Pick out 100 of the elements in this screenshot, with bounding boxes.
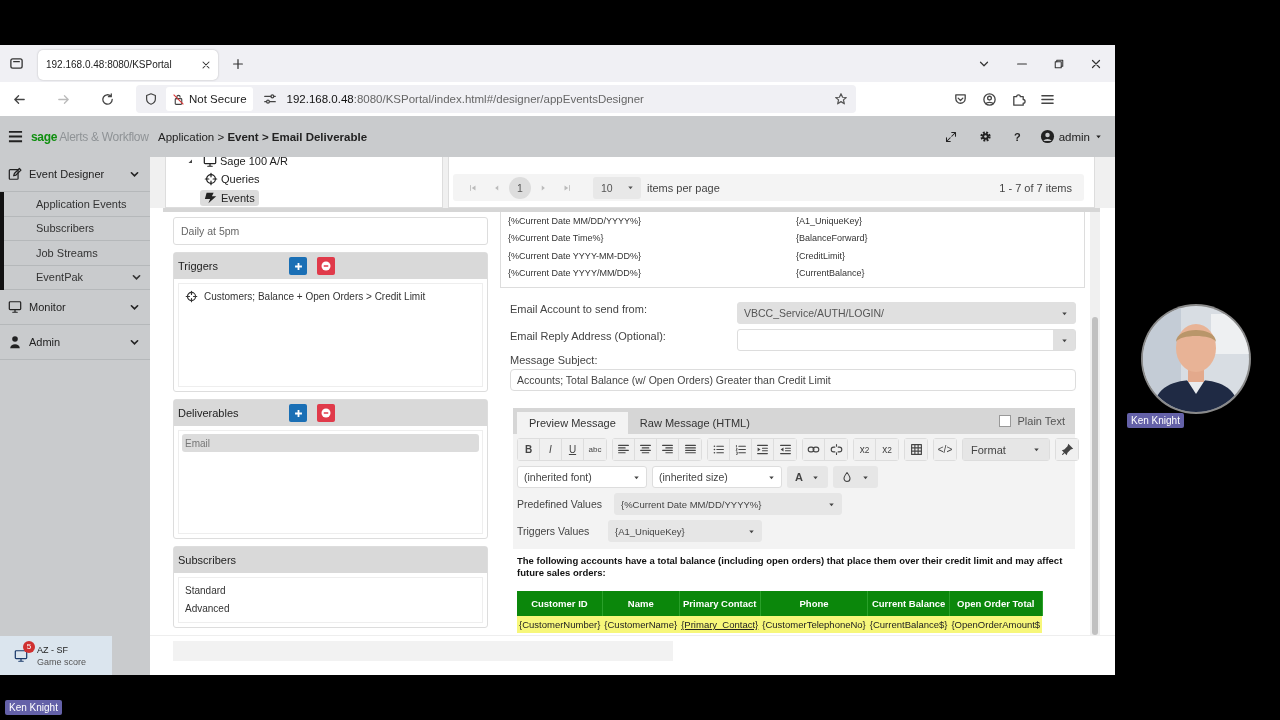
star-icon[interactable] [834, 92, 848, 106]
user-menu[interactable]: admin [1039, 129, 1103, 144]
tree-item[interactable]: Queries [200, 171, 264, 188]
column-header: Phone [760, 591, 868, 616]
expand-icon[interactable] [944, 130, 957, 143]
toolbar-button[interactable] [1056, 439, 1078, 460]
page-size-select[interactable]: 10 [593, 176, 641, 199]
subscriber-item[interactable]: Advanced [182, 599, 479, 617]
list-item[interactable]: {%Current Date Time%} [508, 229, 796, 247]
scrollbar[interactable] [1090, 212, 1100, 635]
reload-icon[interactable] [100, 91, 115, 107]
toolbar-button[interactable] [905, 439, 927, 460]
tree-item[interactable]: Sage 100 A/R [199, 157, 292, 169]
panel-title: Subscribers [178, 554, 238, 566]
participant-name: Ken Knight [1127, 413, 1184, 428]
table-cell: {CustomerNumber} [517, 616, 603, 633]
text-color-button[interactable]: A [787, 466, 828, 488]
font-select[interactable]: (inherited font) [517, 466, 647, 488]
shield-icon[interactable] [144, 92, 158, 106]
tree-item[interactable]: Events [200, 189, 259, 206]
security-chip[interactable]: Not Secure [166, 87, 253, 111]
tab-list-icon[interactable] [9, 56, 24, 71]
field-label: Triggers Values [517, 525, 591, 537]
submenu-item[interactable]: EventPak [4, 265, 150, 290]
caret-icon [1094, 132, 1103, 141]
remove-button[interactable] [317, 257, 335, 275]
column-header: Customer ID [517, 591, 603, 616]
help-button[interactable]: ? [1013, 130, 1021, 143]
droplet-icon [840, 471, 853, 483]
sidebar-item[interactable]: Admin [0, 325, 150, 360]
list-item[interactable]: {%Current Date MM/DD/YYYY%} [508, 212, 796, 230]
table-cell: {CurrentBalance$} [867, 616, 950, 633]
list-item[interactable]: {%Current Date YYYY-MM-DD%} [508, 247, 796, 265]
unlink-icon [829, 443, 843, 456]
permissions-icon[interactable] [262, 92, 277, 106]
trigger-item[interactable]: Customers; Balance + Open Orders > Credit Limit [182, 287, 479, 305]
submenu-item[interactable]: Job Streams [4, 241, 150, 266]
indent-icon [756, 443, 769, 456]
notification-badge: 5 [23, 640, 35, 653]
page-number[interactable]: 1 [509, 176, 531, 199]
list-item[interactable]: {CurrentBalance} [796, 264, 1084, 282]
size-select[interactable]: (inherited size) [652, 466, 782, 488]
subscriber-item[interactable]: Standard [182, 581, 479, 599]
monitor-icon [8, 300, 22, 314]
column-header: Name [602, 591, 680, 616]
checkbox[interactable] [998, 415, 1011, 427]
toolbar-button[interactable] [708, 439, 730, 460]
background-color-button[interactable] [832, 466, 878, 488]
list-item[interactable]: {%Current Date YYYY/MM/DD%} [508, 264, 796, 282]
align-center-icon [639, 443, 652, 456]
table-cell: {OpenOrderAmount$ [949, 616, 1043, 633]
toolbar-button[interactable]: B [518, 439, 540, 460]
sidebar-item[interactable]: Monitor [0, 290, 150, 325]
predefined-values-select[interactable]: {%Current Date MM/DD/YYYY%} [614, 493, 842, 515]
toolbar-button[interactable] [613, 439, 635, 460]
list-item[interactable]: {CreditLimit} [796, 247, 1084, 265]
subject-field[interactable]: Accounts; Total Balance (w/ Open Orders) Greater than Credit Limit [510, 369, 1076, 391]
format-select[interactable]: Format [963, 439, 1049, 460]
minus-icon [320, 407, 332, 419]
checkbox-label: Plain Text [1017, 415, 1065, 427]
user-icon [8, 335, 22, 349]
tab[interactable]: Preview Message [517, 412, 628, 434]
add-button[interactable] [289, 404, 307, 422]
settings-icon[interactable] [978, 130, 992, 143]
remove-button[interactable] [317, 404, 335, 422]
menu-icon[interactable] [8, 129, 23, 144]
trigger-values-select[interactable]: {A1_UniqueKey} [608, 520, 762, 542]
caret-icon [1032, 445, 1041, 454]
tab[interactable]: Raw Message (HTML) [627, 412, 762, 434]
item-count: 1 - 7 of 7 items [999, 181, 1072, 194]
submenu-item[interactable]: Application Events [4, 192, 150, 217]
new-tab-icon[interactable] [231, 56, 245, 71]
restore-icon[interactable] [1053, 57, 1065, 70]
table-icon [909, 443, 923, 456]
schedule-field[interactable]: Daily at 5pm [173, 217, 488, 245]
browser-tab[interactable]: 192.168.0.48:8080/KSPortal [38, 49, 218, 80]
field-label: Predefined Values [517, 498, 604, 510]
justify-icon [683, 443, 697, 456]
submenu-item[interactable]: Subscribers [4, 216, 150, 241]
notification[interactable]: 5 AZ - SF Game score [0, 636, 112, 675]
bullet-list-icon [712, 443, 725, 456]
message-text: The following accounts have a total balance (including open orders) that place them over their credit limit and may affect future sales orders: [517, 555, 1064, 579]
expand-triangle-icon[interactable] [186, 157, 194, 165]
tab-title: 192.168.0.48:8080/KSPortal [46, 59, 173, 70]
toolbar-button[interactable] [803, 439, 825, 460]
column-header: Current Balance [867, 591, 950, 616]
add-button[interactable] [289, 257, 307, 275]
breadcrumb: Application > Event > Email Deliverable [158, 130, 368, 143]
field-label: Email Reply Address (Optional): [510, 329, 667, 342]
account-icon[interactable] [982, 91, 997, 107]
pocket-icon[interactable] [953, 91, 968, 107]
list-item[interactable]: {A1_UniqueKey} [796, 212, 1084, 230]
address-bar[interactable]: Not Secure 192.168.0.48:8080/KSPortal/index.html#/designer/appEventsDesigner [136, 85, 856, 113]
user-icon [1039, 129, 1055, 144]
list-item[interactable]: {BalanceForward} [796, 229, 1084, 247]
extensions-icon[interactable] [1011, 91, 1026, 107]
link[interactable]: {Primary_Contact} [681, 619, 759, 630]
table-cell: {CustomerTelephoneNo} [760, 616, 868, 633]
app-icon [14, 648, 28, 663]
toolbar-button[interactable]: </> [934, 439, 956, 460]
